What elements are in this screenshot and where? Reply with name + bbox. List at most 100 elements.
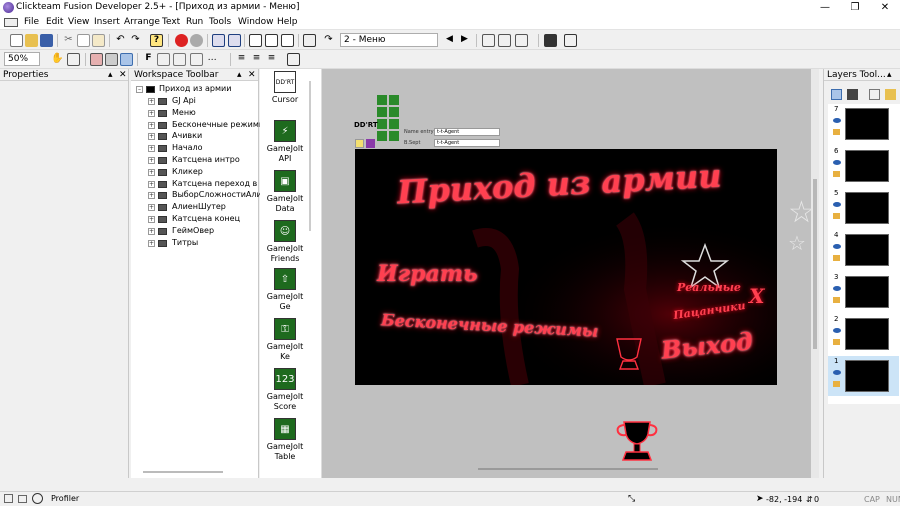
expand-icon[interactable]: + bbox=[148, 168, 155, 176]
transparency-icon[interactable]: … bbox=[206, 53, 219, 66]
object-item[interactable]: ⚡ GameJolt API bbox=[262, 120, 308, 164]
secondary-edit-field[interactable]: t-t-Agent bbox=[434, 139, 500, 147]
grid-icon[interactable] bbox=[498, 34, 511, 47]
expand-icon[interactable]: + bbox=[148, 239, 155, 247]
star-icon[interactable]: ☆ bbox=[788, 198, 815, 228]
eye-icon[interactable] bbox=[833, 202, 841, 207]
expand-icon[interactable]: + bbox=[148, 133, 155, 141]
layer-view-icon[interactable] bbox=[120, 53, 133, 66]
menu-insert[interactable]: Insert bbox=[94, 17, 120, 27]
lock-icon[interactable] bbox=[833, 171, 840, 177]
object-props-icon[interactable] bbox=[190, 53, 203, 66]
eye-icon[interactable] bbox=[833, 118, 841, 123]
object-item[interactable]: ⇧ GameJolt Ge bbox=[262, 268, 308, 312]
expand-icon[interactable]: + bbox=[148, 180, 155, 188]
frame-selector[interactable]: 2 - Меню bbox=[340, 33, 438, 47]
profiler-tab[interactable]: Profiler bbox=[51, 494, 79, 503]
layer-row[interactable]: 3 bbox=[828, 272, 899, 312]
object-item[interactable]: ⚿ GameJolt Ke bbox=[262, 318, 308, 362]
font-icon[interactable]: F bbox=[142, 53, 155, 66]
align-center-icon[interactable]: ≡ bbox=[250, 53, 263, 66]
lock-icon[interactable] bbox=[833, 381, 840, 387]
eye-icon[interactable] bbox=[833, 160, 841, 165]
color-icon[interactable] bbox=[157, 53, 170, 66]
menu-tools[interactable]: Tools bbox=[209, 17, 231, 27]
close-button[interactable]: ✕ bbox=[870, 0, 900, 15]
menu-window[interactable]: Window bbox=[238, 17, 274, 27]
gamejolt-object-stack[interactable] bbox=[377, 95, 401, 147]
layer-row[interactable]: 7 bbox=[828, 104, 899, 144]
layer-row[interactable]: 4 bbox=[828, 230, 899, 270]
jump-icon[interactable]: ↷ bbox=[322, 34, 335, 47]
menu-run[interactable]: Run bbox=[186, 17, 203, 27]
cut-icon[interactable]: ✂ bbox=[62, 34, 75, 47]
clock-icon[interactable] bbox=[32, 493, 43, 504]
next-frame-icon[interactable]: ▶ bbox=[458, 34, 471, 47]
trophy-object[interactable] bbox=[614, 420, 660, 462]
small-object[interactable] bbox=[366, 139, 375, 148]
lock-icon[interactable] bbox=[833, 255, 840, 261]
prev-frame-icon[interactable]: ◀ bbox=[443, 34, 456, 47]
layer-row[interactable]: 5 bbox=[828, 188, 899, 228]
zoom-selector[interactable]: 50% bbox=[4, 52, 40, 66]
frame-editor-icon[interactable] bbox=[228, 34, 241, 47]
pin-icon[interactable]: ▴ bbox=[108, 69, 113, 81]
zoom-icon[interactable] bbox=[67, 53, 80, 66]
object-item[interactable]: DD’RT Cursor bbox=[262, 71, 308, 105]
view-options-icon[interactable] bbox=[515, 34, 528, 47]
new-icon[interactable] bbox=[10, 34, 23, 47]
run-icon[interactable] bbox=[190, 34, 203, 47]
redo-icon[interactable]: ↷ bbox=[129, 34, 142, 47]
close-icon[interactable]: ✕ bbox=[119, 69, 127, 81]
layer-row[interactable]: 2 bbox=[828, 314, 899, 354]
expand-icon[interactable]: + bbox=[148, 121, 155, 129]
undo-icon[interactable]: ↶ bbox=[114, 34, 127, 47]
align-left-icon[interactable]: ≡ bbox=[235, 53, 248, 66]
zoom-fit-icon[interactable] bbox=[4, 494, 13, 503]
frame-canvas[interactable]: Приход из армии Играть Бесконечные режим… bbox=[355, 149, 777, 385]
copy-icon[interactable] bbox=[77, 34, 90, 47]
lock-icon[interactable] bbox=[833, 297, 840, 303]
menu-arrange[interactable]: Arrange bbox=[124, 17, 160, 27]
workspace-scrollbar[interactable] bbox=[143, 471, 223, 473]
expand-icon[interactable]: + bbox=[148, 192, 155, 200]
lock-icon[interactable] bbox=[833, 339, 840, 345]
open-icon[interactable] bbox=[25, 34, 38, 47]
eye-icon[interactable] bbox=[833, 244, 841, 249]
expand-icon[interactable]: + bbox=[148, 109, 155, 117]
fit-frame-icon[interactable] bbox=[287, 53, 300, 66]
eye-icon[interactable] bbox=[833, 328, 841, 333]
object-item[interactable]: 123 GameJolt Score bbox=[262, 368, 308, 412]
event-list-icon[interactable] bbox=[265, 34, 278, 47]
layer-settings-icon[interactable] bbox=[869, 89, 880, 100]
menu-text[interactable]: Text bbox=[162, 17, 180, 27]
help-icon[interactable]: ? bbox=[150, 34, 163, 47]
maximize-button[interactable]: ❐ bbox=[840, 0, 870, 15]
event-editor-icon[interactable] bbox=[249, 34, 262, 47]
object-item[interactable]: ☺ GameJolt Friends bbox=[262, 220, 308, 264]
eye-icon[interactable] bbox=[833, 370, 841, 375]
expand-icon[interactable]: + bbox=[148, 204, 155, 212]
menu-view[interactable]: View bbox=[68, 17, 89, 27]
lock-icon[interactable] bbox=[833, 129, 840, 135]
menu-file[interactable]: File bbox=[24, 17, 39, 27]
play-button[interactable]: Играть bbox=[377, 261, 478, 287]
new-layer-icon[interactable] bbox=[831, 89, 842, 100]
object-toolbar-scrollbar[interactable] bbox=[309, 81, 311, 231]
align-right-icon[interactable]: ≡ bbox=[265, 53, 278, 66]
data-elements-icon[interactable] bbox=[281, 34, 294, 47]
menu-edit[interactable]: Edit bbox=[46, 17, 63, 27]
name-edit-field[interactable]: t-t-Agent bbox=[434, 128, 500, 136]
save-icon[interactable] bbox=[40, 34, 53, 47]
frame-properties-icon[interactable] bbox=[482, 34, 495, 47]
grid-toggle-icon[interactable] bbox=[105, 53, 118, 66]
fullscreen-icon[interactable] bbox=[544, 34, 557, 47]
close-icon[interactable]: ✕ bbox=[248, 69, 256, 81]
stop-icon[interactable] bbox=[175, 34, 188, 47]
star-icon[interactable]: ☆ bbox=[788, 233, 806, 253]
layer-row[interactable]: 1 bbox=[828, 356, 899, 396]
pin-icon[interactable]: ▴ bbox=[887, 69, 892, 81]
storyboard-icon[interactable] bbox=[212, 34, 225, 47]
expand-icon[interactable]: + bbox=[148, 216, 155, 223]
paste-icon[interactable] bbox=[92, 34, 105, 47]
